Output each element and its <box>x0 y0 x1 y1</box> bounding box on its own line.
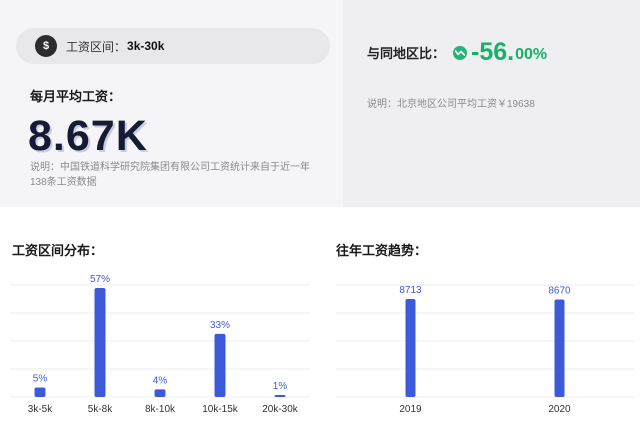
salary-trend-chart: 8713 2019 8670 2020 <box>336 284 634 415</box>
bar <box>405 299 416 397</box>
bar <box>554 299 565 397</box>
bar-value-label: 8713 <box>399 285 422 296</box>
x-tick-label: 2020 <box>548 404 571 415</box>
bar-value-label: 8670 <box>548 285 571 296</box>
x-tick-label: 2019 <box>399 404 422 415</box>
